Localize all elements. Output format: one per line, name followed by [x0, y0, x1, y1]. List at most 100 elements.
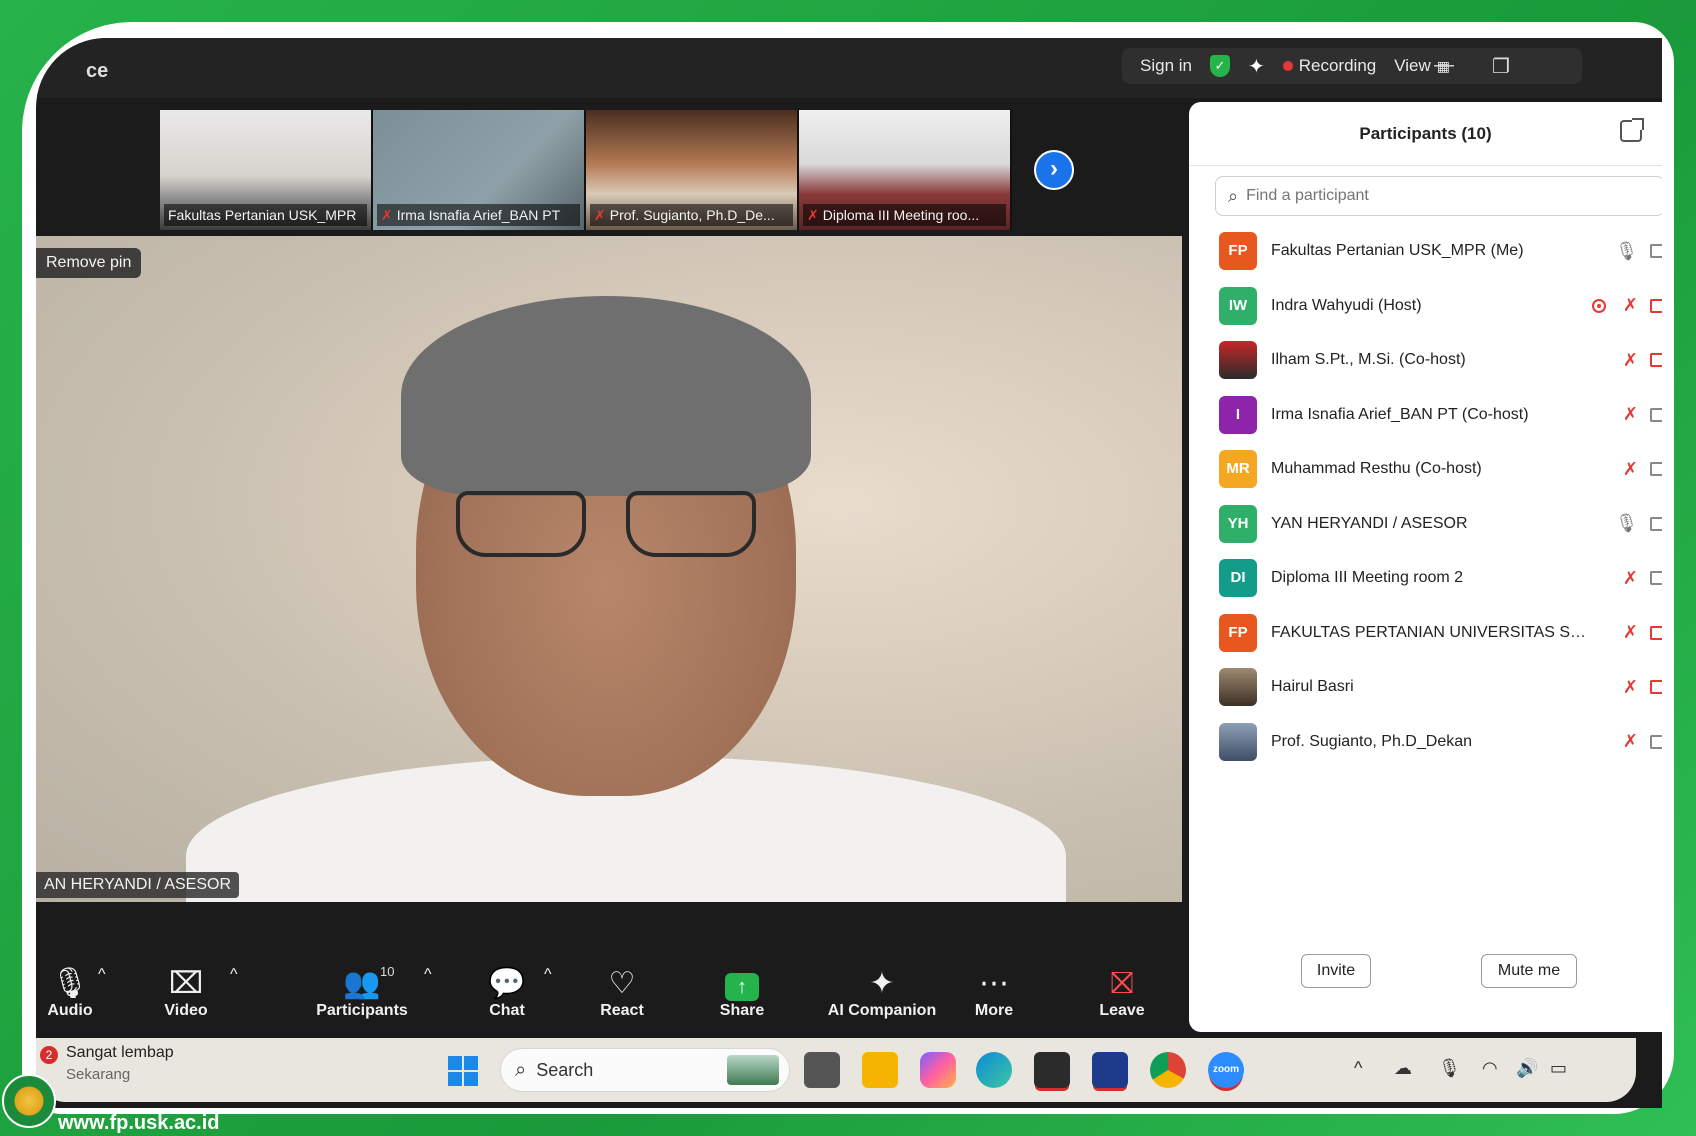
video-options-caret-icon[interactable]: ^ [230, 966, 238, 984]
mic-muted-icon[interactable]: ✗ [1623, 677, 1638, 698]
participant-row[interactable]: I Irma Isnafia Arief_BAN PT (Co-host) ✗ [1189, 388, 1662, 443]
chrome-browser-icon[interactable] [1150, 1052, 1186, 1088]
video-thumbnail-strip: Fakultas Pertanian USK_MPR ✗ Irma Isnafia… [160, 110, 1020, 230]
recording-indicator[interactable]: Recording [1299, 56, 1377, 76]
more-button[interactable]: ⋯ More [966, 966, 1022, 1020]
participant-name: Irma Isnafia Arief_BAN PT (Co-host) [1271, 405, 1529, 423]
file-explorer-icon[interactable] [862, 1052, 898, 1088]
camera-icon[interactable] [1650, 244, 1662, 259]
camera-icon[interactable] [1650, 407, 1662, 422]
cloud-sync-icon[interactable]: ☁ [1394, 1058, 1412, 1079]
ai-sparkle-icon[interactable]: ✦ [1248, 54, 1265, 79]
chat-options-caret-icon[interactable]: ^ [544, 966, 552, 984]
camera-icon[interactable] [1650, 571, 1662, 586]
video-camera-icon: ⌧ [168, 967, 204, 1000]
copilot-icon[interactable] [920, 1052, 956, 1088]
camera-icon[interactable] [1650, 516, 1662, 531]
camera-off-icon[interactable] [1650, 625, 1662, 640]
participants-button[interactable]: 👥 Participants [312, 966, 412, 1020]
thumbnail-name-label: ✗ Irma Isnafia Arief_BAN PT [377, 204, 580, 226]
wifi-icon[interactable]: ◠ [1482, 1058, 1498, 1079]
battery-icon[interactable]: ▭ [1550, 1058, 1567, 1079]
show-hidden-icons-chevron-icon[interactable]: ^ [1354, 1058, 1362, 1079]
camera-off-icon[interactable] [1650, 680, 1662, 695]
more-dots-icon: ⋯ [979, 967, 1009, 1000]
video-thumbnail[interactable]: ✗ Irma Isnafia Arief_BAN PT [373, 110, 586, 230]
popout-icon[interactable] [1620, 118, 1644, 142]
speaker-video-glasses [456, 491, 756, 561]
leave-door-icon: ⛝ [1110, 967, 1134, 1000]
mic-muted-icon[interactable]: ✗ [1623, 350, 1638, 371]
camera-icon[interactable] [1650, 734, 1662, 749]
edge-browser-icon[interactable] [976, 1052, 1012, 1088]
next-page-chevron-icon[interactable]: › [1034, 150, 1074, 190]
participant-list: FP Fakultas Pertanian USK_MPR (Me) 🎙 IW … [1189, 224, 1662, 769]
participants-options-caret-icon[interactable]: ^ [424, 966, 432, 984]
app-title: ce [86, 60, 109, 82]
audio-button[interactable]: 🎙 Audio [42, 966, 98, 1020]
view-button[interactable]: View [1394, 56, 1431, 76]
avatar: MR [1219, 450, 1257, 489]
notification-title: Sangat lembap [66, 1044, 174, 1061]
mic-muted-icon[interactable]: ✗ [1623, 731, 1638, 752]
volume-icon[interactable]: 🔊 [1516, 1058, 1538, 1079]
meeting-toolbar: 🎙 Audio ^ ⌧ Video ^ 👥 Participants 10 ^ … [36, 960, 1182, 1036]
mic-icon[interactable]: 🎙 [1615, 241, 1638, 262]
camera-off-icon[interactable] [1650, 298, 1662, 313]
participant-search-input[interactable] [1246, 187, 1607, 205]
zoom-app-icon[interactable]: zoom [1208, 1052, 1244, 1088]
participant-name: Indra Wahyudi (Host) [1271, 296, 1422, 314]
mic-icon[interactable]: 🎙 [1615, 513, 1638, 534]
avatar: I [1219, 395, 1257, 434]
participant-name: Prof. Sugianto, Ph.D_Dekan [1271, 732, 1473, 750]
search-icon: ⌕ [515, 1058, 527, 1081]
participant-row[interactable]: Hairul Basri ✗ [1189, 660, 1662, 715]
participant-search-field[interactable]: ⌕ [1215, 176, 1662, 216]
mic-tray-icon[interactable]: 🎙 [1438, 1058, 1461, 1079]
video-thumbnail[interactable]: Fakultas Pertanian USK_MPR [160, 110, 373, 230]
chat-button[interactable]: 💬 Chat [482, 966, 532, 1020]
video-button[interactable]: ⌧ Video [156, 966, 216, 1020]
participant-row[interactable]: DI Diploma III Meeting room 2 ✗ [1189, 551, 1662, 606]
mute-me-button[interactable]: Mute me [1481, 954, 1577, 988]
participants-panel-header: Participants (10) [1189, 102, 1662, 166]
remove-pin-button[interactable]: Remove pin [36, 248, 142, 278]
video-thumbnail[interactable]: ✗ Diploma III Meeting roo... [799, 110, 1012, 230]
restore-icon[interactable]: ❐ [1492, 54, 1510, 79]
participant-row[interactable]: FP Fakultas Pertanian USK_MPR (Me) 🎙 [1189, 224, 1662, 279]
mic-muted-icon[interactable]: ✗ [1623, 404, 1638, 425]
ai-companion-button[interactable]: ✦ AI Companion [812, 966, 952, 1020]
share-button[interactable]: ↑ Share [712, 966, 772, 1020]
camera-icon[interactable] [1650, 462, 1662, 477]
thumbnail-name-label: Fakultas Pertanian USK_MPR [164, 204, 367, 226]
react-button[interactable]: ♡ React [592, 966, 652, 1020]
avatar [1219, 722, 1257, 761]
participant-name: Hairul Basri [1271, 678, 1354, 696]
mic-muted-icon[interactable]: ✗ [1623, 459, 1638, 480]
minimize-icon[interactable]: — [1434, 54, 1454, 77]
participant-row[interactable]: MR Muhammad Resthu (Co-host) ✗ [1189, 442, 1662, 497]
participant-row[interactable]: YH YAN HERYANDI / ASESOR 🎙 [1189, 497, 1662, 552]
mic-muted-icon[interactable]: ✗ [1623, 568, 1638, 589]
mic-muted-icon[interactable]: ✗ [1623, 622, 1638, 643]
zoom-window: ce Sign in ✓ ✦ Recording View ▦ — ❐ Faku… [36, 38, 1662, 1108]
sign-in-button[interactable]: Sign in [1140, 56, 1192, 76]
camera-off-icon[interactable] [1650, 353, 1662, 368]
participant-row[interactable]: FP FAKULTAS PERTANIAN UNIVERSITAS SYIHA.… [1189, 606, 1662, 661]
participant-row[interactable]: IW Indra Wahyudi (Host) ✗ [1189, 279, 1662, 334]
leave-button[interactable]: ⛝ Leave [1094, 966, 1150, 1020]
windows-start-icon[interactable] [448, 1056, 478, 1086]
taskbar-search-box[interactable]: ⌕ Search [500, 1048, 790, 1092]
participant-row[interactable]: Prof. Sugianto, Ph.D_Dekan ✗ [1189, 715, 1662, 770]
participant-row[interactable]: Ilham S.Pt., M.Si. (Co-host) ✗ [1189, 333, 1662, 388]
task-view-icon[interactable] [804, 1052, 840, 1088]
invite-button[interactable]: Invite [1301, 954, 1371, 988]
video-thumbnail[interactable]: ✗ Prof. Sugianto, Ph.D_De... [586, 110, 799, 230]
website-url: www.fp.usk.ac.id [58, 1112, 220, 1134]
meeting-app-icon[interactable] [1092, 1052, 1128, 1088]
audio-options-caret-icon[interactable]: ^ [98, 966, 106, 984]
mic-muted-icon[interactable]: ✗ [1623, 295, 1638, 316]
sticky-notes-icon[interactable] [1034, 1052, 1070, 1088]
security-shield-icon[interactable]: ✓ [1209, 55, 1230, 77]
main-video-tile[interactable]: Remove pin AN HERYANDI / ASESOR [36, 236, 1182, 902]
